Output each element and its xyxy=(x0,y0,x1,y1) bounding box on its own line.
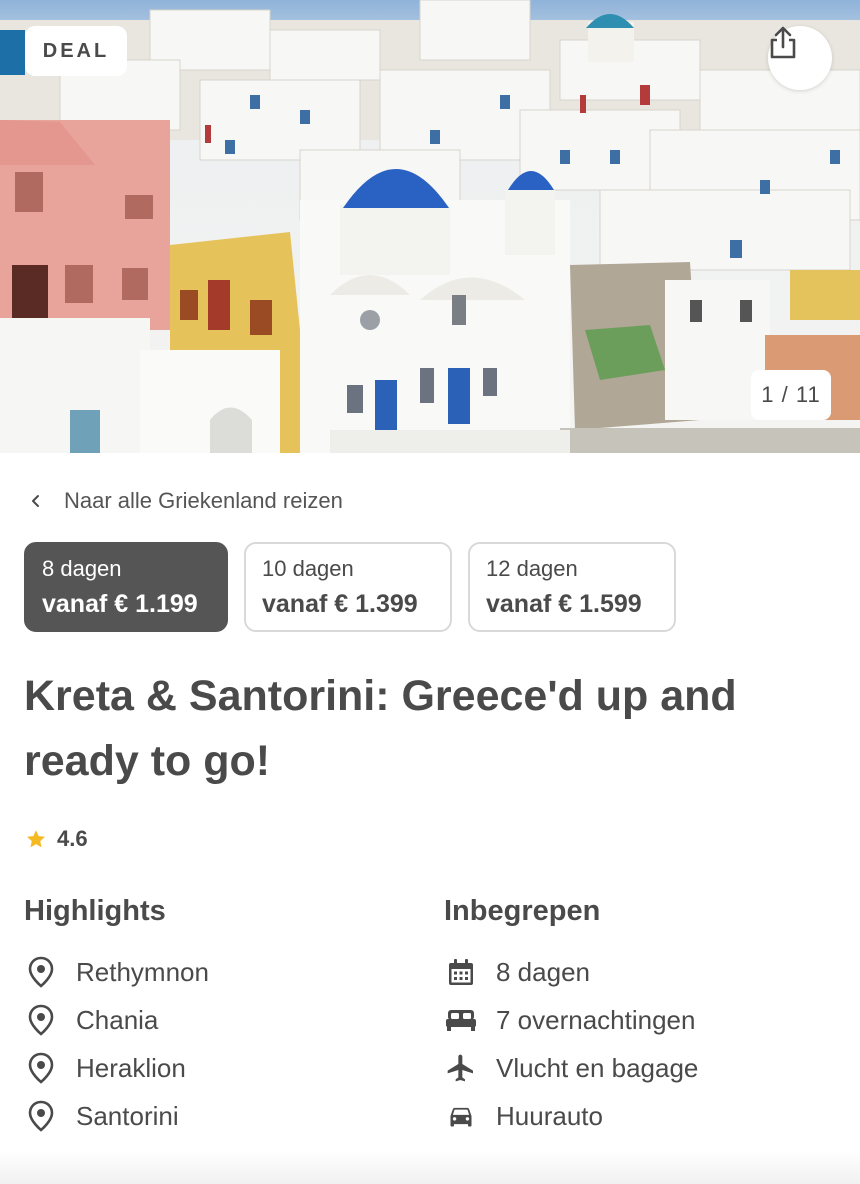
bottom-fade xyxy=(0,1150,860,1184)
highlight-label: Heraklion xyxy=(76,1052,186,1083)
back-link[interactable]: Naar alle Griekenland reizen xyxy=(26,486,343,516)
duration-option-8[interactable]: 8 dagen vanaf € 1.199 xyxy=(24,542,228,632)
included-label: Vlucht en bagage xyxy=(496,1052,699,1083)
location-pin-icon xyxy=(24,1003,58,1037)
duration-price: vanaf € 1.399 xyxy=(262,590,418,618)
chevron-left-icon xyxy=(32,495,39,507)
location-pin-icon xyxy=(24,955,58,989)
santorini-photo xyxy=(0,0,860,453)
location-pin-icon xyxy=(24,1099,58,1133)
share-icon xyxy=(770,26,796,59)
car-icon xyxy=(444,1099,478,1133)
list-item: Rethymnon xyxy=(24,948,209,996)
duration-days: 10 dagen xyxy=(262,556,354,581)
list-item: 7 overnachtingen xyxy=(444,996,698,1044)
airplane-icon xyxy=(444,1051,478,1085)
share-button[interactable] xyxy=(768,26,832,90)
back-link-label: Naar alle Griekenland reizen xyxy=(64,488,343,513)
highlights-heading: Highlights xyxy=(24,895,166,927)
duration-option-12[interactable]: 12 dagen vanaf € 1.599 xyxy=(468,542,676,632)
star-icon xyxy=(27,830,45,848)
highlight-label: Santorini xyxy=(76,1100,179,1131)
page-title: Kreta & Santorini: Greece'd up and ready… xyxy=(24,672,737,785)
duration-option-10[interactable]: 10 dagen vanaf € 1.399 xyxy=(244,542,452,632)
duration-price: vanaf € 1.599 xyxy=(486,590,642,618)
deal-badge: DEAL xyxy=(25,26,127,76)
hero-photo[interactable]: DEAL 1 / 11 xyxy=(0,0,860,453)
highlight-label: Chania xyxy=(76,1004,159,1035)
list-item: Santorini xyxy=(24,1092,209,1140)
list-item: Vlucht en bagage xyxy=(444,1044,698,1092)
rating-value: 4.6 xyxy=(57,826,88,851)
list-item: 8 dagen xyxy=(444,948,698,996)
included-heading: Inbegrepen xyxy=(444,895,601,927)
calendar-icon xyxy=(444,955,478,989)
highlights-list: Rethymnon Chania Heraklion Santorini xyxy=(24,948,209,1140)
location-pin-icon xyxy=(24,1051,58,1085)
included-label: 8 dagen xyxy=(496,956,590,987)
duration-days: 12 dagen xyxy=(486,556,578,581)
included-label: Huurauto xyxy=(496,1100,603,1131)
list-item: Huurauto xyxy=(444,1092,698,1140)
list-item: Chania xyxy=(24,996,209,1044)
included-label: 7 overnachtingen xyxy=(496,1004,696,1035)
bed-icon xyxy=(444,1003,478,1037)
highlight-label: Rethymnon xyxy=(76,956,209,987)
image-counter: 1 / 11 xyxy=(751,370,831,420)
list-item: Heraklion xyxy=(24,1044,209,1092)
duration-price: vanaf € 1.199 xyxy=(42,590,198,618)
duration-days: 8 dagen xyxy=(42,556,122,581)
rating: 4.6 xyxy=(25,826,88,852)
included-list: 8 dagen 7 overnachtingen Vlucht en bagag… xyxy=(444,948,698,1140)
